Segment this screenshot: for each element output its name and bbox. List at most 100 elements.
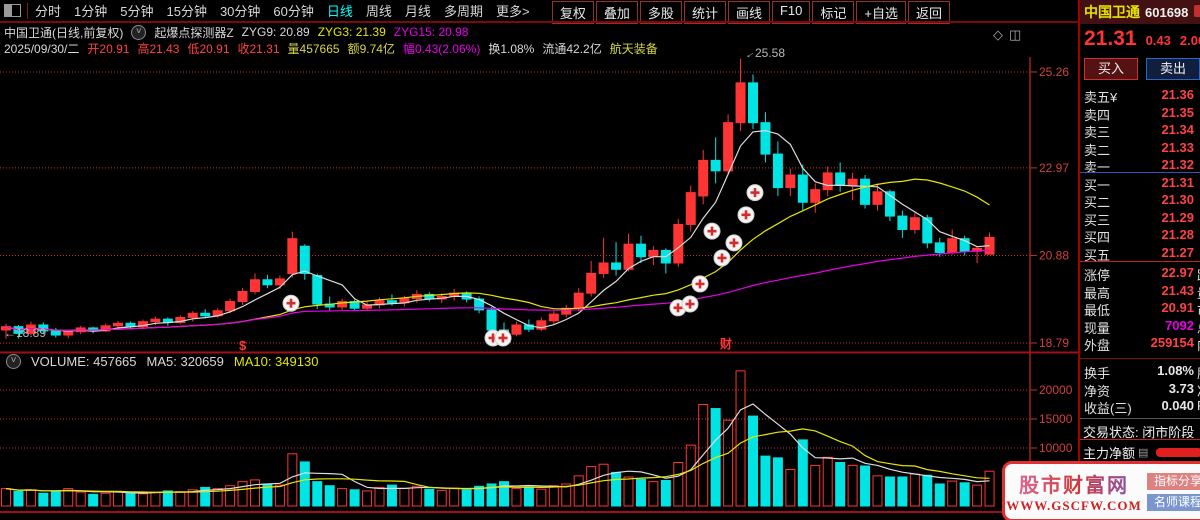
main-net-row: 主力净额 ▤ xyxy=(1083,443,1200,462)
header-segment: 额9.74亿 xyxy=(347,41,395,56)
top-menu-bar: 分时 1分钟 5分钟 15分钟 30分钟 60分钟 日线 周线 月线 多周期 更多> 复权 叠加 多股统… xyxy=(0,0,1078,24)
header-segment: 中国卫通(日线,前复权) xyxy=(4,25,124,40)
level-label: 卖四 xyxy=(1084,107,1111,123)
stat-value: 0.040 xyxy=(1161,398,1194,414)
volume-ma10: MA10: 349130 xyxy=(233,354,319,369)
svg-text:20000: 20000 xyxy=(1039,383,1073,397)
stock-code: 601698 xyxy=(1145,4,1189,20)
quote-info-row: 2025/09/30/二 开20.91 高21.43 低20.91 收21.31 量457… xyxy=(4,40,658,56)
logo-tags: 指标分享 名师课程 xyxy=(1147,472,1200,511)
order-book-row-卖五¥[interactable]: 卖五¥ 21.36 xyxy=(1080,87,1200,105)
quote-panel-header: 中国卫通 601698 xyxy=(1080,0,1200,24)
detail-icon[interactable]: ▤ xyxy=(1138,446,1148,459)
buy-button[interactable]: 买入 xyxy=(1084,58,1138,80)
header-segment: ZYG9: 20.89 xyxy=(241,25,310,39)
header-segment: 幅0.43(2.06%) xyxy=(402,41,481,56)
level-price: 21.31 xyxy=(1161,174,1194,190)
header-segment: 航天装备 xyxy=(609,41,658,56)
header-segment: 高21.43 xyxy=(137,41,180,56)
order-book-row-卖四[interactable]: 卖四 21.35 xyxy=(1080,104,1200,123)
tag-indicator-share[interactable]: 指标分享 xyxy=(1147,472,1200,490)
level-price: 21.35 xyxy=(1161,104,1194,120)
price-change-pct: 2.06 xyxy=(1179,33,1200,48)
stat-row-换手: 换手1.08%股 xyxy=(1080,363,1200,381)
order-book-row-买五[interactable]: 买五 21.27 xyxy=(1080,244,1200,263)
watermark-logo[interactable]: 股市财富网 WWW.GSCFW.COM 指标分享 名师课程 xyxy=(1002,461,1200,520)
level-price: 21.30 xyxy=(1161,192,1194,207)
order-book-row-买四[interactable]: 买四 21.28 xyxy=(1080,227,1200,245)
arrow-icon: ← xyxy=(4,326,16,340)
header-segment: 低20.91 xyxy=(187,41,230,56)
level-label: 买四 xyxy=(1084,230,1111,245)
stat-row-收益(三): 收益(三)0.040P xyxy=(1080,398,1200,416)
header-segment: 2025/09/30/二 xyxy=(4,41,80,56)
last-price: 21.31 xyxy=(1084,27,1137,50)
menu-item-5分钟[interactable]: 5分钟 xyxy=(120,1,153,20)
stat-label: 最高 xyxy=(1084,285,1111,301)
panel-corner-icon[interactable] xyxy=(1194,5,1200,17)
level-label: 买一 xyxy=(1084,177,1111,193)
menu-item-1分钟[interactable]: 1分钟 xyxy=(74,1,107,20)
level-price: 21.29 xyxy=(1161,209,1194,225)
menu-item-60分钟[interactable]: 60分钟 xyxy=(273,1,313,20)
order-book-row-买三[interactable]: 买三 21.29 xyxy=(1080,209,1200,228)
menu-item-30分钟[interactable]: 30分钟 xyxy=(220,1,260,20)
volume-ma5: MA5: 320659 xyxy=(146,354,224,369)
menu-item-分时[interactable]: 分时 xyxy=(35,1,61,20)
level-label: 买三 xyxy=(1084,212,1111,228)
header-segment: 起爆点探测器Z xyxy=(154,25,234,40)
level-price: 21.34 xyxy=(1161,122,1194,137)
net-divider xyxy=(1080,439,1200,440)
stat-row-现量: 现量7092总 xyxy=(1080,317,1200,336)
stat-row-净资: 净资3.73净 xyxy=(1080,381,1200,399)
stat-value: 7092 xyxy=(1165,317,1194,333)
stat-label: 最低 xyxy=(1084,303,1111,319)
menu-item-更多>[interactable]: 更多> xyxy=(496,1,530,20)
svg-text:22.97: 22.97 xyxy=(1039,161,1069,175)
order-buttons: 买入 卖出 xyxy=(1084,58,1200,80)
level-label: 卖一 xyxy=(1084,160,1111,175)
header-segment: ZYG15: 20.98 xyxy=(393,25,469,39)
collapse-chevron-icon[interactable]: ˅ xyxy=(6,354,21,369)
stat-label: 净资 xyxy=(1084,383,1111,399)
stat-row-最高: 最高21.43量 xyxy=(1080,283,1200,301)
order-book-row-卖二[interactable]: 卖二 21.33 xyxy=(1080,140,1200,158)
stat-value: 259154 xyxy=(1150,335,1194,351)
order-book-row-买二[interactable]: 买二 21.30 xyxy=(1080,192,1200,210)
svg-text:18.79: 18.79 xyxy=(1039,336,1069,350)
window-split-icon[interactable]: ◫ xyxy=(1009,27,1027,42)
stat-label: 现量 xyxy=(1084,320,1111,336)
header-segment: 流通42.2亿 xyxy=(542,41,602,56)
level-price: 21.27 xyxy=(1161,244,1194,260)
menu-item-周线[interactable]: 周线 xyxy=(366,1,392,20)
volume-pane-header: ˅ VOLUME: 457665 MA5: 320659 MA10: 34913… xyxy=(6,354,318,369)
diamond-icon[interactable]: ◇ xyxy=(993,27,1009,42)
high-price-annotation: ←25.58 xyxy=(741,45,786,63)
collapse-chevron-icon[interactable]: ˅ xyxy=(131,24,147,40)
candlestick-chart[interactable]: 25.26 22.97 20.88 18.79 20000 15000 10000 $ 财 xyxy=(0,57,1078,520)
order-book-row-卖三[interactable]: 卖三 21.34 xyxy=(1080,122,1200,140)
order-book-row-买一[interactable]: 买一 21.31 xyxy=(1080,174,1200,193)
menu-item-15分钟[interactable]: 15分钟 xyxy=(166,1,206,20)
sell-button[interactable]: 卖出 xyxy=(1146,58,1200,80)
level-label: 卖五¥ xyxy=(1084,90,1118,105)
svg-text:10000: 10000 xyxy=(1039,441,1073,455)
menu-item-日线[interactable]: 日线 xyxy=(327,1,353,20)
svg-text:15000: 15000 xyxy=(1039,412,1073,426)
stat-label: 涨停 xyxy=(1084,268,1111,283)
header-segment: 换1.08% xyxy=(488,41,535,56)
level-label: 卖二 xyxy=(1084,142,1111,158)
menu-item-多周期[interactable]: 多周期 xyxy=(444,1,483,20)
window-icon[interactable] xyxy=(4,4,21,17)
svg-text:25.26: 25.26 xyxy=(1039,65,1069,79)
menu-divider xyxy=(27,2,28,19)
price-row: 21.31 0.43 2.06 xyxy=(1084,27,1200,51)
menu-item-月线[interactable]: 月线 xyxy=(405,1,431,20)
ladder-stats-divider xyxy=(1080,261,1200,262)
svg-text:$: $ xyxy=(239,338,247,353)
tag-teacher-course[interactable]: 名师课程 xyxy=(1147,493,1200,511)
stats-divider xyxy=(1080,358,1200,359)
level-label: 卖三 xyxy=(1084,125,1111,140)
chart-title-row: 中国卫通(日线,前复权) ˅ 起爆点探测器Z ZYG9: 20.89 ZYG3: 21.… xyxy=(4,24,468,40)
bid-ask-divider xyxy=(1080,172,1200,173)
